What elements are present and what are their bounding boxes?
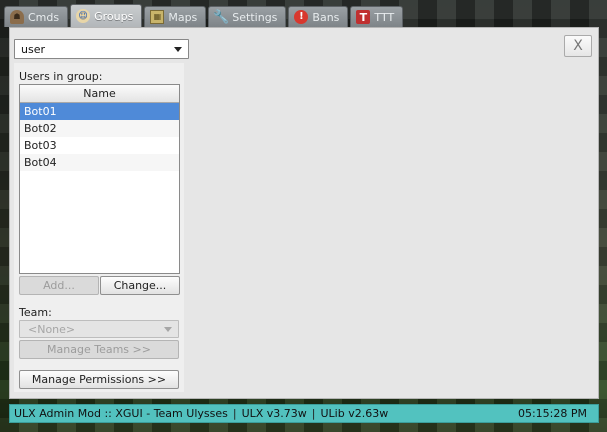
team-dropdown[interactable]: <None>: [19, 320, 179, 338]
tab-label: Settings: [232, 10, 278, 24]
tab-cmds[interactable]: ☗ Cmds: [4, 6, 69, 27]
status-ulx-version: ULX v3.73w: [241, 407, 307, 420]
list-item[interactable]: Bot03: [20, 137, 179, 154]
list-item[interactable]: Bot02: [20, 120, 179, 137]
column-header-name[interactable]: Name: [20, 85, 179, 103]
manage-permissions-button[interactable]: Manage Permissions >>: [19, 370, 179, 389]
users-in-group-label: Users in group:: [19, 70, 103, 83]
group-dropdown-value: user: [21, 42, 45, 56]
list-item[interactable]: Bot04: [20, 154, 179, 171]
tab-label: Bans: [312, 10, 340, 24]
status-ulib-version: ULib v2.63w: [320, 407, 389, 420]
users-list[interactable]: Name Bot01 Bot02 Bot03 Bot04: [19, 84, 180, 274]
ttt-icon: T: [356, 10, 371, 24]
tab-bar: ☗ Cmds ☺ Groups ▦ Maps 🔧 Settings! Bans T TTT: [4, 4, 404, 27]
groups-icon: ☺: [76, 9, 91, 23]
tab-settings[interactable]: 🔧 Settings: [208, 6, 287, 27]
manage-teams-button[interactable]: Manage Teams >>: [19, 340, 179, 359]
tab-label: TTT: [374, 10, 395, 24]
wrench-icon: 🔧: [213, 9, 230, 25]
team-label: Team:: [19, 306, 52, 319]
tab-maps[interactable]: ▦ Maps: [144, 6, 207, 27]
tab-ttt[interactable]: T TTT: [350, 6, 404, 27]
chevron-down-icon: [164, 327, 172, 332]
status-time: 05:15:28 PM: [517, 407, 587, 420]
change-button[interactable]: Change...: [100, 276, 180, 295]
user-rows: Bot01 Bot02 Bot03 Bot04: [20, 103, 179, 171]
chevron-down-icon: [174, 47, 182, 52]
cmds-icon: ☗: [10, 10, 24, 24]
bans-icon: !: [294, 10, 309, 24]
team-dropdown-value: <None>: [28, 322, 76, 336]
status-title: ULX Admin Mod :: XGUI - Team Ulysses: [14, 407, 228, 420]
tab-label: Groups: [94, 9, 134, 23]
maps-icon: ▦: [150, 10, 165, 24]
group-dropdown[interactable]: user: [14, 39, 189, 59]
close-button[interactable]: X: [564, 35, 592, 57]
tab-label: Maps: [168, 10, 198, 24]
status-bar: ULX Admin Mod :: XGUI - Team Ulysses | U…: [9, 404, 599, 423]
groups-panel: X user Users in group: Name Bot01 Bot02 Bo…: [9, 27, 599, 399]
tab-bans[interactable]: ! Bans: [288, 6, 349, 27]
tab-label: Cmds: [28, 10, 60, 24]
list-item[interactable]: Bot01: [20, 103, 179, 120]
add-button[interactable]: Add...: [19, 276, 99, 295]
tab-groups[interactable]: ☺ Groups: [70, 4, 143, 27]
